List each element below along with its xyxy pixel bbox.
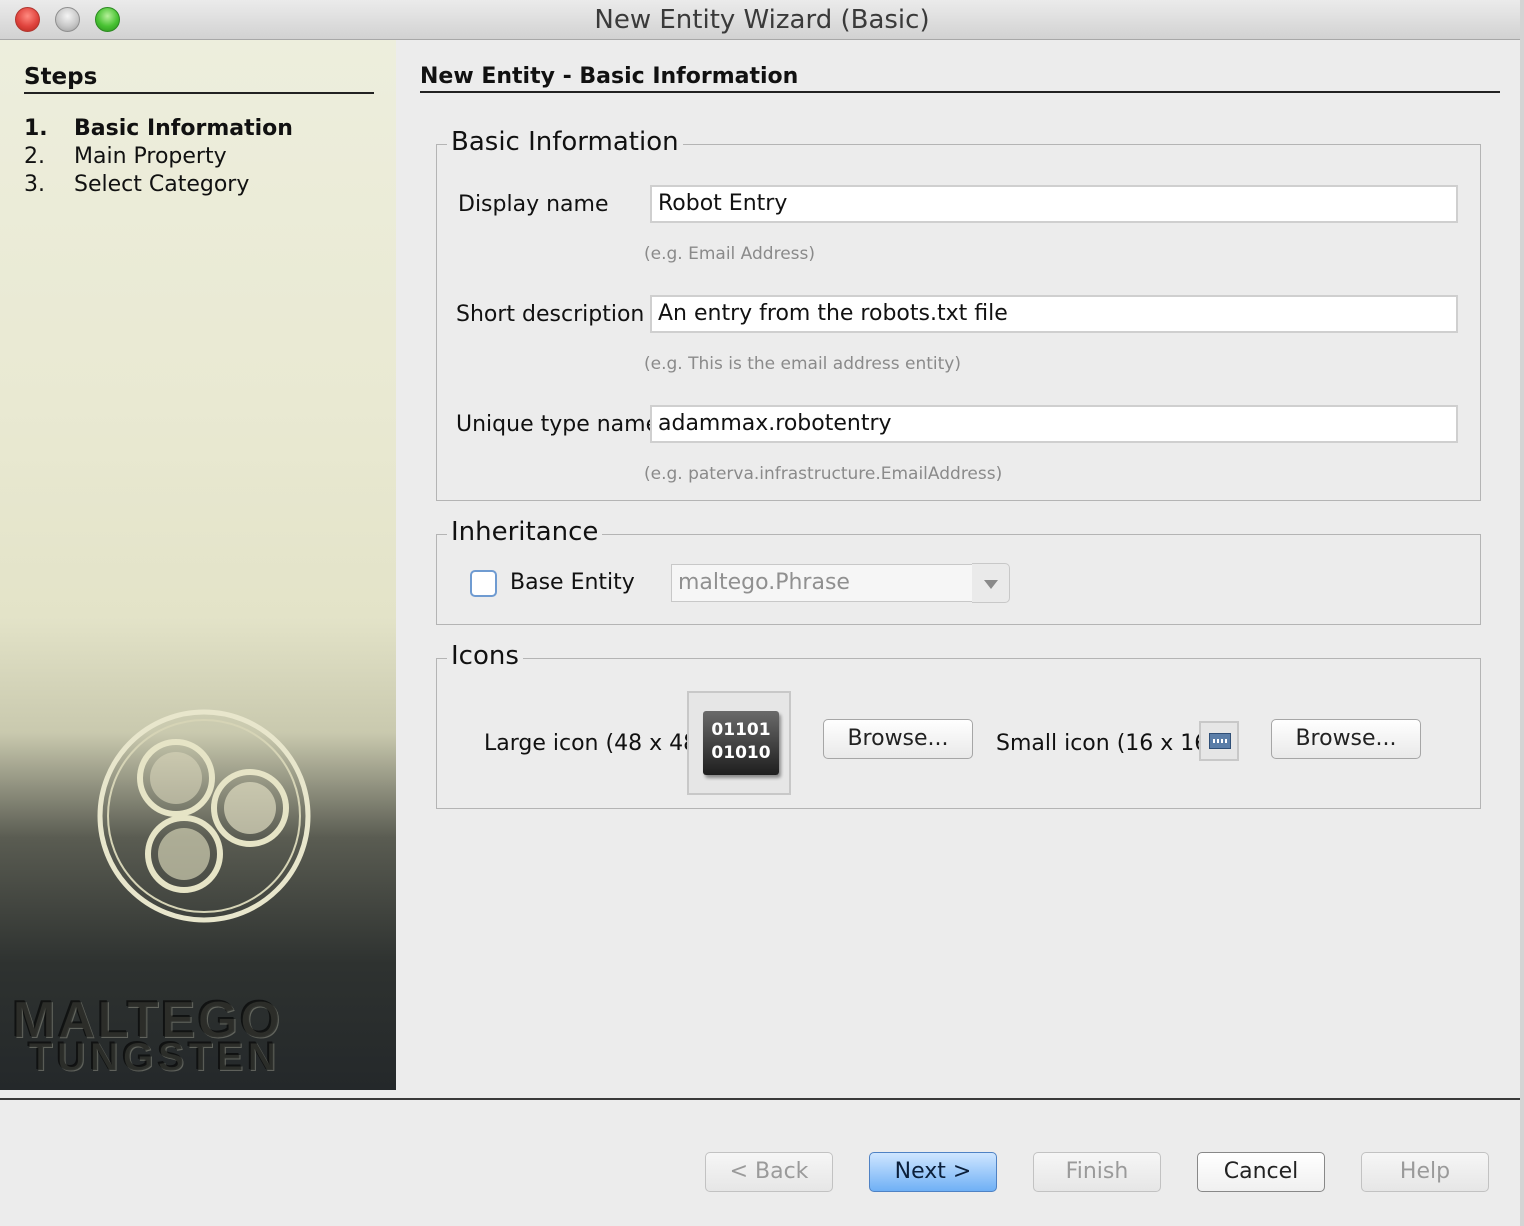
step-number: 1. <box>24 116 48 141</box>
unique-type-name-field[interactable]: adammax.robotentry <box>650 405 1458 443</box>
small-entity-icon <box>1209 733 1231 749</box>
small-icon-label: Small icon (16 x 16) <box>996 731 1217 756</box>
title-bar: New Entity Wizard (Basic) <box>0 0 1524 40</box>
browse-small-icon-button[interactable]: Browse... <box>1271 719 1421 759</box>
base-entity-label: Base Entity <box>510 570 635 595</box>
step-label: Main Property <box>74 144 227 169</box>
step-label: Basic Information <box>74 116 293 141</box>
base-entity-dropdown-button[interactable] <box>972 563 1010 603</box>
binary-line-2: 01010 <box>711 743 771 763</box>
help-button[interactable]: Help <box>1361 1152 1489 1192</box>
chevron-down-icon <box>984 580 998 589</box>
brand-wordmark-tungsten: TUNGSTEN <box>28 1035 280 1079</box>
display-name-field[interactable]: Robot Entry <box>650 185 1458 223</box>
basic-information-legend: Basic Information <box>447 127 683 157</box>
short-description-label: Short description <box>456 302 645 327</box>
maltego-logo-icon <box>97 709 311 923</box>
unique-type-name-hint: (e.g. paterva.infrastructure.EmailAddres… <box>644 464 1003 484</box>
basic-information-group: Basic Information Display name Robot Ent… <box>436 127 1481 501</box>
short-description-field[interactable]: An entry from the robots.txt file <box>650 295 1458 333</box>
steps-sidebar: Steps 1. Basic Information 2. Main Propert… <box>0 40 396 1090</box>
icons-group: Icons Large icon (48 x 48) 01101 01010 B… <box>436 641 1481 809</box>
back-button[interactable]: < Back <box>705 1152 833 1192</box>
display-name-label: Display name <box>458 192 609 217</box>
icons-legend: Icons <box>447 641 523 671</box>
base-entity-checkbox[interactable] <box>470 570 497 597</box>
window-edge <box>1520 0 1524 1226</box>
step-main-property: 2. Main Property <box>24 144 227 169</box>
binary-data-icon: 01101 01010 <box>703 711 779 775</box>
next-button[interactable]: Next > <box>869 1152 997 1192</box>
step-label: Select Category <box>74 172 250 197</box>
binary-line-1: 01101 <box>711 720 771 740</box>
base-entity-select[interactable]: maltego.Phrase <box>671 564 973 602</box>
large-icon-preview: 01101 01010 <box>687 691 791 795</box>
window-title: New Entity Wizard (Basic) <box>594 5 930 35</box>
unique-type-name-label: Unique type name <box>456 412 660 437</box>
steps-heading: Steps <box>24 64 374 94</box>
step-number: 2. <box>24 144 45 169</box>
inheritance-group: Inheritance Base Entity maltego.Phrase <box>436 517 1481 625</box>
page-title: New Entity - Basic Information <box>420 64 1500 93</box>
short-description-hint: (e.g. This is the email address entity) <box>644 354 961 374</box>
finish-button[interactable]: Finish <box>1033 1152 1161 1192</box>
small-icon-preview <box>1199 721 1239 761</box>
display-name-hint: (e.g. Email Address) <box>644 244 815 264</box>
step-basic-information: 1. Basic Information <box>24 116 293 141</box>
step-number: 3. <box>24 172 45 197</box>
step-select-category: 3. Select Category <box>24 172 249 197</box>
browse-large-icon-button[interactable]: Browse... <box>823 719 973 759</box>
footer-divider <box>0 1098 1520 1100</box>
cancel-button[interactable]: Cancel <box>1197 1152 1325 1192</box>
large-icon-label: Large icon (48 x 48) <box>484 731 706 756</box>
inheritance-legend: Inheritance <box>447 517 603 547</box>
